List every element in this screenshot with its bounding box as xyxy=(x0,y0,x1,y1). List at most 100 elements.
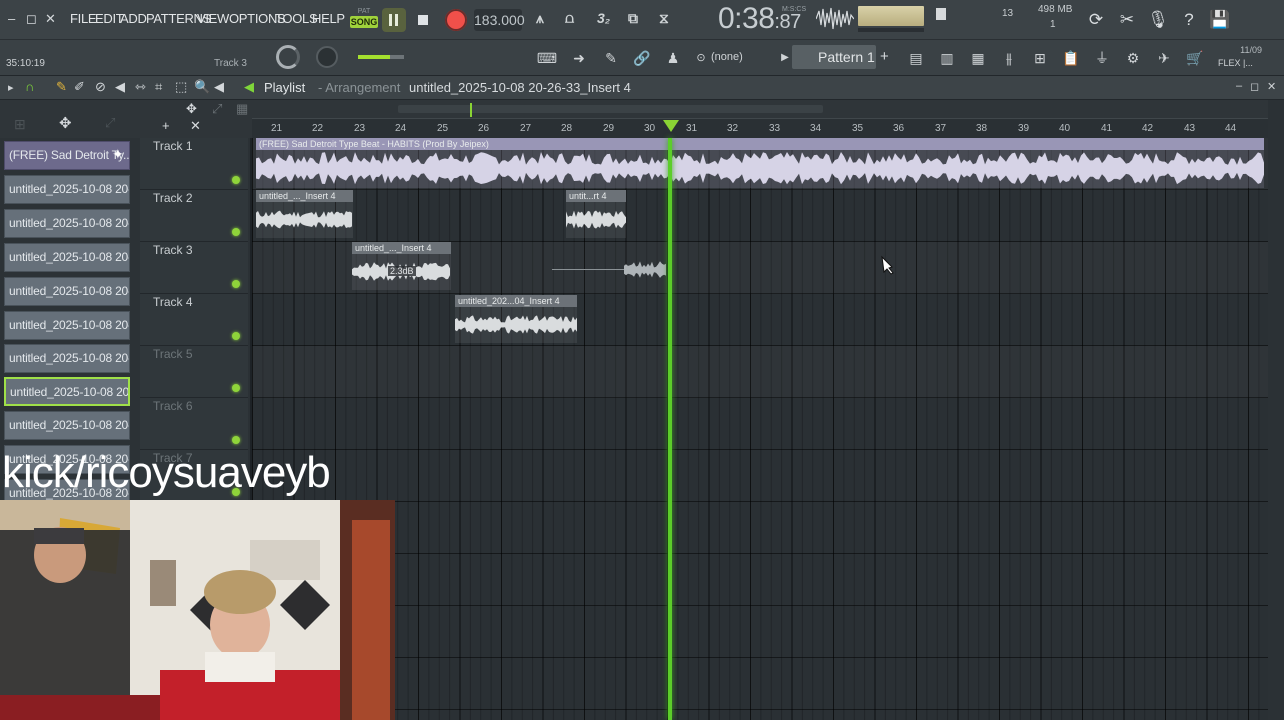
zoom-diag-icon[interactable]: ⤢ xyxy=(212,101,222,117)
blend-notes-icon[interactable]: ⧖ xyxy=(659,10,669,27)
microphone-icon[interactable]: 🎙 xyxy=(1147,9,1169,31)
menu-help[interactable]: HELP xyxy=(312,11,345,26)
track-header-1[interactable]: Track 1 xyxy=(140,138,248,190)
zoom-icon[interactable]: 🔍 xyxy=(194,79,210,95)
paint-icon[interactable]: ✐ xyxy=(74,79,85,95)
picker-arrows-icon[interactable]: ✥ xyxy=(59,114,72,132)
piano-roll-icon[interactable]: ▥ xyxy=(936,48,958,68)
brush-icon[interactable]: ✎ xyxy=(600,48,622,68)
picker-item[interactable]: untitled_2025-10-08 20-... xyxy=(4,411,130,440)
picker-toggle-icon[interactable]: ⊞ xyxy=(14,116,26,133)
restore-icon[interactable]: ◻ xyxy=(26,11,37,27)
snap-value[interactable]: (none) xyxy=(711,51,743,63)
close-icon[interactable]: ✕ xyxy=(45,11,56,27)
typing-keyboard-icon[interactable]: ⌨ xyxy=(536,48,558,68)
link-icon[interactable]: 🔗 xyxy=(631,48,653,68)
stamp-icon[interactable]: ♟ xyxy=(662,48,684,68)
audio-clip[interactable]: untit...rt 4 xyxy=(566,190,626,238)
vertical-scrollbar[interactable] xyxy=(1268,100,1284,720)
mixer-icon[interactable]: ⫵ xyxy=(998,48,1020,68)
save-icon[interactable]: 💾 xyxy=(1209,9,1231,31)
track-header-4[interactable]: Track 4 xyxy=(140,294,248,346)
refresh-icon[interactable]: ⟳ xyxy=(1085,9,1107,31)
plugin-icon[interactable]: ⏚ xyxy=(1091,48,1113,68)
main-slider[interactable] xyxy=(358,55,404,59)
song-position-marker[interactable] xyxy=(663,120,679,132)
add-track-icon[interactable]: + xyxy=(162,118,170,133)
timeline-ruler[interactable]: 21 22 23 24 25 26 27 28 29 30 31 32 33 3… xyxy=(252,118,1268,138)
track-mute-led[interactable] xyxy=(232,280,240,288)
picker-item[interactable]: untitled_2025-10-08 20-... xyxy=(4,209,130,238)
magnet-icon[interactable]: ∩ xyxy=(25,79,34,94)
menu-tools[interactable]: TOOLS xyxy=(275,11,318,26)
maximize-icon[interactable]: ◻ xyxy=(1250,80,1259,93)
track-header-3[interactable]: Track 3 xyxy=(140,242,248,294)
playlist-icon[interactable]: ▤ xyxy=(905,48,927,68)
pause-button[interactable] xyxy=(382,8,406,32)
slip-icon[interactable]: ⇿ xyxy=(135,79,146,95)
speaker-icon[interactable]: ◀ xyxy=(214,79,224,95)
slice-icon[interactable]: ⌗ xyxy=(155,79,162,95)
snap-icon[interactable]: ⊙ xyxy=(690,48,712,68)
picker-link-icon[interactable]: ⤢ xyxy=(105,115,115,131)
playhead[interactable] xyxy=(668,138,672,720)
select-icon[interactable]: ⬚ xyxy=(175,79,187,95)
clipboard-icon[interactable]: 📋 xyxy=(1060,48,1082,68)
audio-clip[interactable]: untitled_..._Insert 4 xyxy=(256,190,353,238)
channel-rack-icon[interactable]: ▦ xyxy=(967,48,989,68)
countdown-icon[interactable]: 3₂ xyxy=(597,10,610,26)
grid-icon[interactable]: ▦ xyxy=(236,101,248,117)
track-mute-led[interactable] xyxy=(232,384,240,392)
mute-icon[interactable]: ◀ xyxy=(115,79,125,95)
add-pattern-button[interactable]: + xyxy=(880,48,889,65)
master-volume-knob[interactable] xyxy=(276,45,300,69)
picker-item[interactable]: untitled_2025-10-08 20-... xyxy=(4,277,130,306)
playlist-play-icon[interactable]: ◀ xyxy=(244,79,254,95)
browser-icon[interactable]: ⊞ xyxy=(1029,48,1051,68)
plugin-picker-icon[interactable]: ✂ xyxy=(1116,9,1138,31)
step-edit-icon[interactable]: ⧉ xyxy=(628,10,638,27)
cart-icon[interactable]: 🛒 xyxy=(1184,48,1206,68)
picker-item[interactable]: untitled_2025-10-08 20-... xyxy=(4,243,130,272)
track-header-2[interactable]: Track 2 xyxy=(140,190,248,242)
delete-icon[interactable]: ⊘ xyxy=(95,79,106,95)
tempo-tap-icon[interactable]: ⚙ xyxy=(1122,48,1144,68)
playlist-scrollbar[interactable] xyxy=(258,102,1138,116)
close-icon[interactable]: ✕ xyxy=(1267,80,1276,93)
zoom-arrows-icon[interactable]: ✥ xyxy=(186,101,197,117)
track-mute-led[interactable] xyxy=(232,176,240,184)
wait-record-icon[interactable]: ⩍ xyxy=(565,10,574,27)
tempo-display[interactable]: 183.000 xyxy=(474,9,525,31)
picker-item[interactable]: untitled_2025-10-08 20-... xyxy=(4,344,130,373)
metronome-icon[interactable]: ⩚ xyxy=(536,10,544,27)
stop-button[interactable] xyxy=(411,8,435,32)
minimize-icon[interactable]: – xyxy=(8,11,15,26)
pencil-icon[interactable]: ✎ xyxy=(56,79,67,95)
audio-clip[interactable]: (FREE) Sad Detroit Type Beat - HABITS (P… xyxy=(256,138,1264,188)
menu-file[interactable]: FILE xyxy=(70,11,97,26)
track-mute-led[interactable] xyxy=(232,332,240,340)
track-mute-led[interactable] xyxy=(232,436,240,444)
minimize-icon[interactable]: – xyxy=(1236,80,1242,92)
menu-add[interactable]: ADD xyxy=(120,11,147,26)
audio-clip[interactable]: untitled_202...04_Insert 4 xyxy=(455,295,577,343)
flex-label[interactable]: FLEX |... xyxy=(1218,58,1253,68)
picker-item[interactable]: untitled_2025-10-08 20-... xyxy=(4,311,130,340)
track-mute-led[interactable] xyxy=(232,228,240,236)
menu-view[interactable]: VIEW xyxy=(197,11,229,26)
remove-track-icon[interactable]: ✕ xyxy=(190,118,201,134)
help-icon[interactable]: ? xyxy=(1178,9,1200,31)
master-pitch-knob[interactable] xyxy=(316,46,338,68)
arrow-right-icon[interactable]: ▸ xyxy=(8,81,14,94)
track-header-6[interactable]: Track 6 xyxy=(140,398,248,450)
record-button[interactable] xyxy=(444,8,468,32)
pat-song-toggle[interactable]: PAT SONG xyxy=(350,7,378,33)
pattern-selector[interactable]: Pattern 1 xyxy=(792,45,876,69)
track-header-5[interactable]: Track 5 xyxy=(140,346,248,398)
playlist-grid[interactable] xyxy=(252,138,1268,720)
picker-item[interactable]: untitled_2025-10-08 20-... xyxy=(4,175,130,204)
scroll-thumb[interactable] xyxy=(398,105,823,113)
pin-icon[interactable]: ✈ xyxy=(1153,48,1175,68)
picker-item-selected[interactable]: untitled_2025-10-08 20-... xyxy=(4,377,130,406)
arrow-right-icon[interactable]: ➜ xyxy=(568,48,590,68)
